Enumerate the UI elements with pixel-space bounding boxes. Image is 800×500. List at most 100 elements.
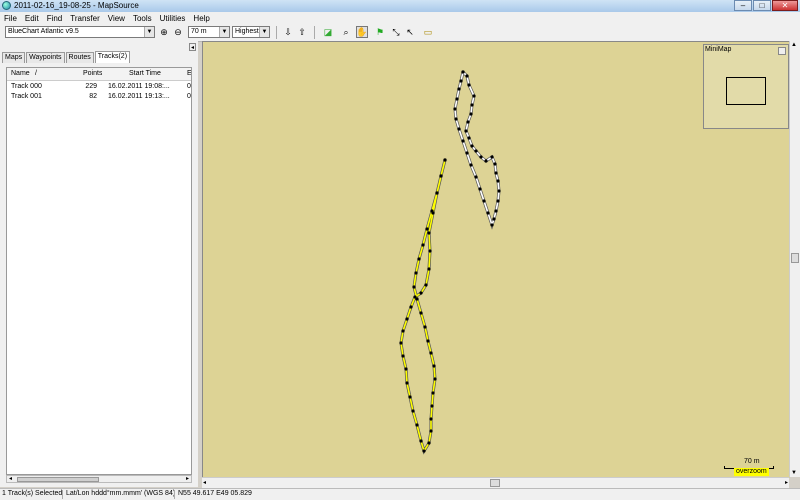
track-point [435,191,439,195]
map-vertical-scrollbar[interactable]: ▲ ▼ [789,41,800,477]
track-point [429,417,433,421]
track-point [432,364,436,368]
track-point [439,174,443,178]
track-000-line[interactable] [454,71,500,228]
collapse-sidebar-button[interactable]: ◂ [189,43,196,51]
scroll-thumb[interactable] [791,253,799,263]
column-points[interactable]: Points [83,69,102,79]
scroll-down-icon[interactable]: ▼ [791,470,797,476]
scale-bar: 70 m overzoom [722,458,778,476]
track-001-line[interactable] [400,159,446,453]
track-elapsed: 0: [187,83,191,90]
toolbar: BlueChart Atlantic v9.5 ▼ ⊕ ⊖ 70 m ▼ Hig… [0,24,800,42]
table-row[interactable]: Track 001 82 16.02.2011 19:13:... 0: [7,92,191,102]
track-point [429,429,433,433]
sort-indicator: / [35,70,37,77]
waypoint-tool-icon[interactable]: ⚑ [374,26,386,38]
zoom-in-icon[interactable]: ⊕ [158,26,170,38]
zoom-level-select[interactable]: 70 m ▼ [188,26,230,38]
scroll-thumb[interactable] [17,477,99,482]
column-elapsed[interactable]: El [187,69,191,79]
track-point [415,297,419,301]
track-point [428,249,432,253]
menu-utilities[interactable]: Utilities [160,14,186,23]
send-to-device-icon[interactable]: ⇧ [296,26,308,38]
scroll-left-icon[interactable]: ◂ [7,476,14,482]
track-point [443,158,447,162]
scroll-left-icon[interactable]: ◂ [203,479,206,486]
track-elapsed: 0: [187,93,191,100]
track-point [472,94,476,98]
track-point [466,120,470,124]
hand-tool-icon[interactable]: ✋ [356,26,368,38]
track-point [467,83,471,87]
distance-tool-icon[interactable]: ▭ [422,26,434,38]
map-tool-icon[interactable]: ◪ [322,26,334,38]
scroll-up-icon[interactable]: ▲ [791,42,797,48]
zoom-out-icon[interactable]: ⊖ [172,26,184,38]
minimize-button[interactable]: – [734,0,752,11]
track-point [430,404,434,408]
track-001-line-outline [399,159,447,455]
receive-from-device-icon[interactable]: ⇩ [282,26,294,38]
track-point [429,351,433,355]
close-button[interactable]: ✕ [772,0,798,11]
zoom-tool-icon[interactable]: ⌕ [340,26,352,38]
scroll-right-icon[interactable]: ▸ [785,479,788,486]
sidebar-tabs: Maps Waypoints Routes Tracks(2) [2,51,131,63]
selection-tool-icon[interactable]: ↖ [404,26,416,38]
menu-edit[interactable]: Edit [25,14,39,23]
track-point [494,209,498,213]
chevron-down-icon: ▼ [219,27,229,37]
status-bar: 1 Track(s) Selected Lat/Lon hddd°mm.mmm'… [0,488,800,500]
minimap-title: MiniMap [705,46,732,53]
track-point [419,291,423,295]
detail-level-select[interactable]: Highest ▼ [232,26,270,38]
minimap[interactable]: MiniMap [703,44,789,129]
track-point [415,423,419,427]
track-000-line-outline [453,70,501,230]
chevron-down-icon: ▼ [259,27,269,37]
list-horizontal-scrollbar[interactable]: ◂ ▸ [6,475,192,483]
track-point [496,179,500,183]
maximize-button[interactable]: □ [753,0,771,11]
menu-help[interactable]: Help [193,14,209,23]
route-tool-icon[interactable]: ⤡ [390,26,402,38]
track-point [457,127,461,131]
track-start: 16.02.2011 19:13:... [108,93,170,100]
track-point [401,354,405,358]
column-start-time[interactable]: Start Time [129,69,161,79]
track-point [414,271,418,275]
tab-maps[interactable]: Maps [2,52,26,63]
track-point [490,223,494,227]
title-bar: 2011-02-16_19-08-25 - MapSource – □ ✕ [0,0,800,12]
menu-tools[interactable]: Tools [133,14,152,23]
detail-level-value: Highest [235,28,259,35]
menu-file[interactable]: File [4,14,17,23]
map-canvas[interactable] [202,41,790,478]
track-point [455,97,459,101]
scroll-right-icon[interactable]: ▸ [184,476,191,482]
tab-routes[interactable]: Routes [65,52,94,63]
column-name[interactable]: Name [11,69,30,79]
tab-waypoints[interactable]: Waypoints [26,52,65,63]
track-point [427,267,431,271]
menu-view[interactable]: View [108,14,125,23]
menu-transfer[interactable]: Transfer [70,14,100,23]
minimap-viewport[interactable] [726,77,766,105]
track-point [457,87,461,91]
map-product-select[interactable]: BlueChart Atlantic v9.5 ▼ [5,26,155,38]
menu-find[interactable]: Find [47,14,63,23]
status-selection: 1 Track(s) Selected [2,490,63,497]
track-point [497,189,501,193]
track-point [426,339,430,343]
window-controls: – □ ✕ [733,0,798,12]
track-point [419,311,423,315]
table-row[interactable]: Track 000 229 16.02.2011 19:08:... 0: [7,82,191,92]
track-name: Track 000 [11,83,42,90]
scroll-thumb[interactable] [490,479,500,487]
track-point [421,243,425,247]
tab-tracks[interactable]: Tracks(2) [94,51,131,63]
minimap-close-button[interactable] [778,47,786,55]
map-horizontal-scrollbar[interactable]: ◂ ▸ [202,477,789,488]
